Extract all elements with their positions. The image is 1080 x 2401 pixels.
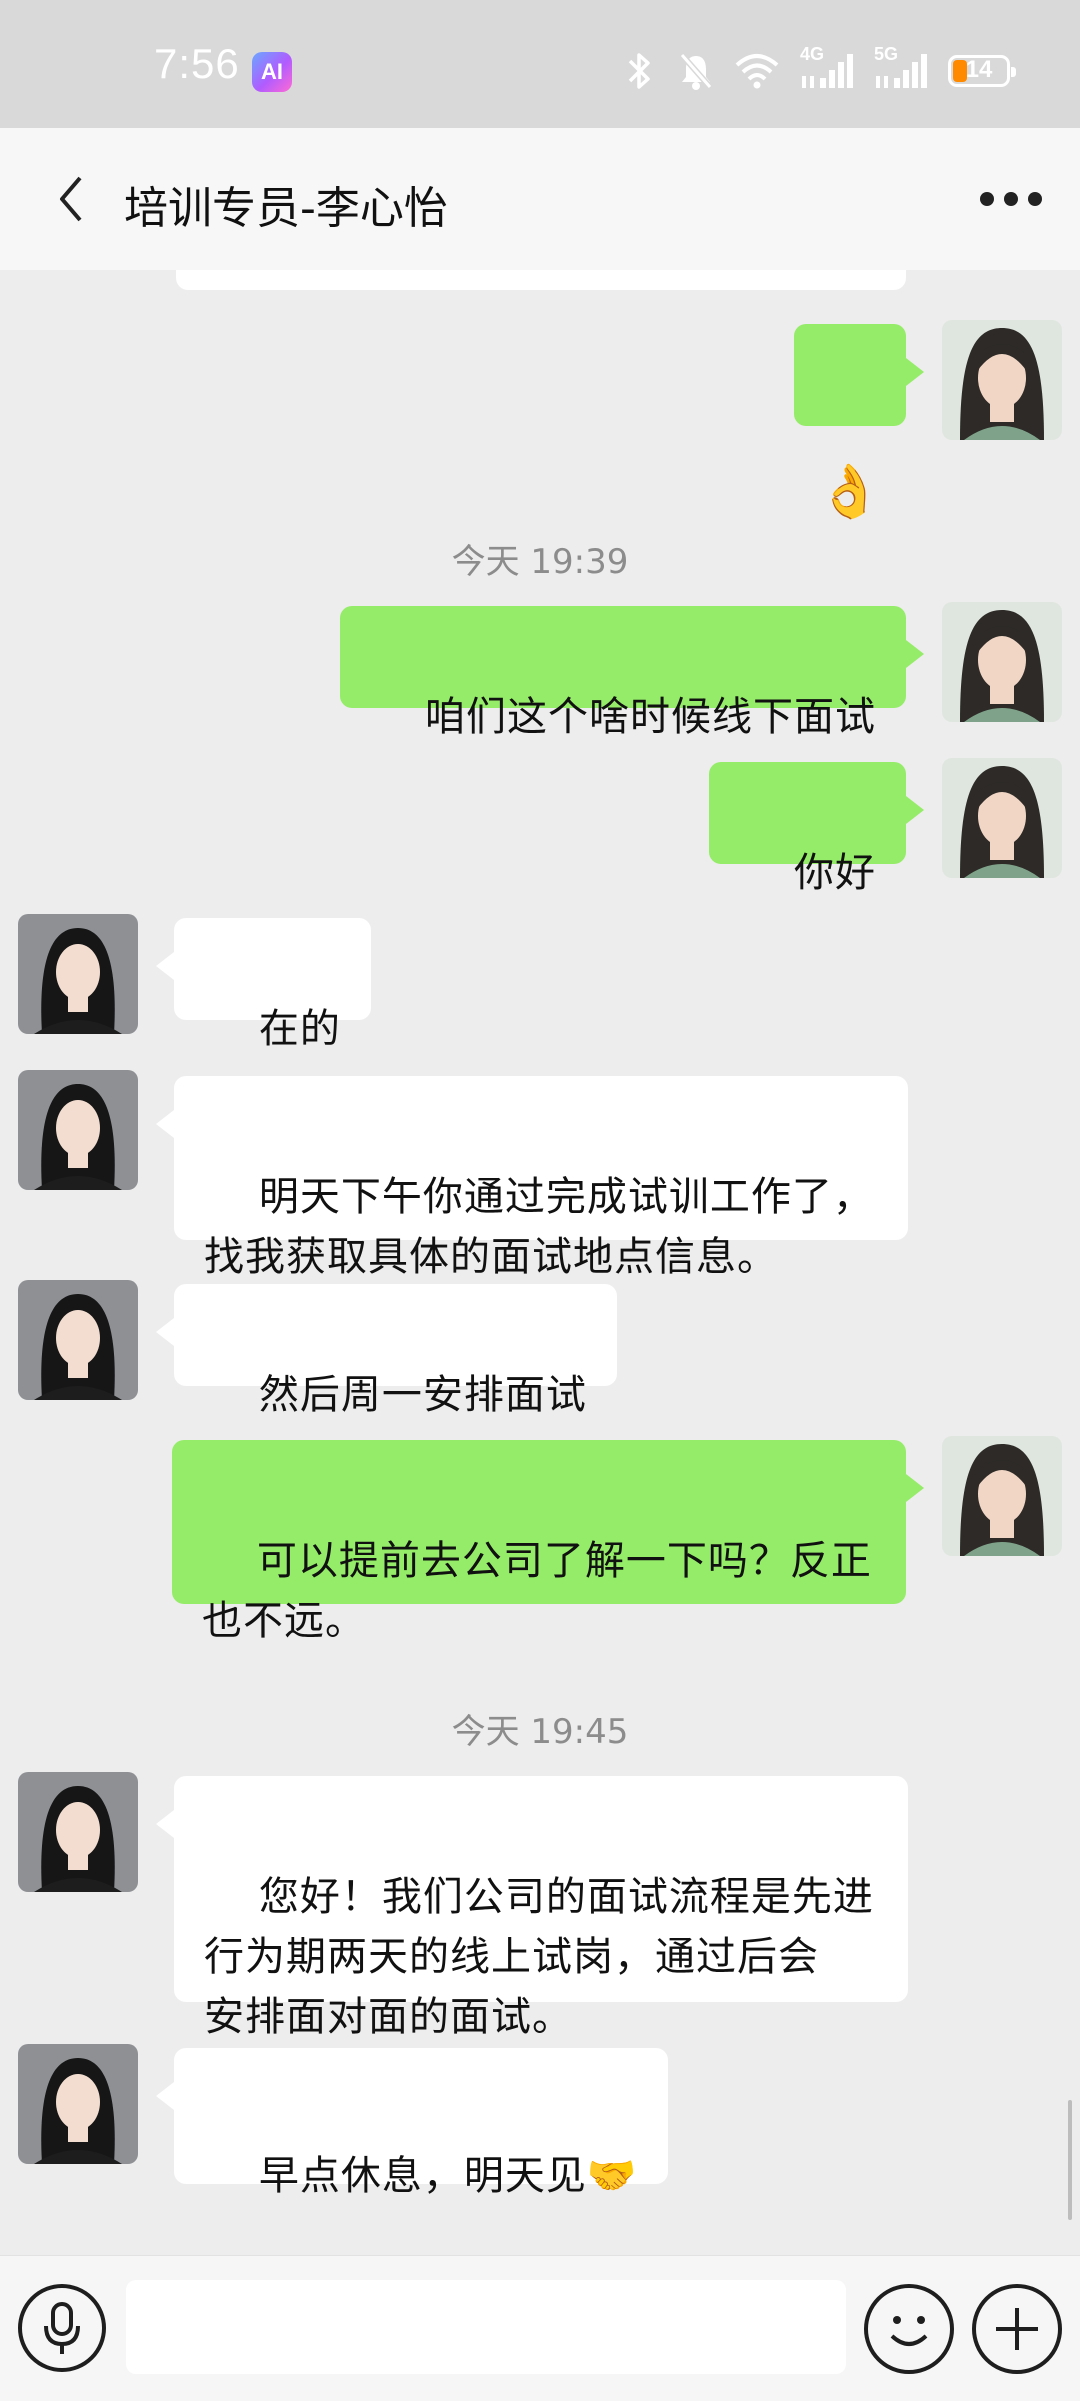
- back-icon[interactable]: [54, 172, 90, 226]
- timestamp: 今天 19:45: [451, 1712, 629, 1752]
- sent-message-bubble[interactable]: 咱们这个啥时候线下面试: [340, 606, 924, 740]
- contact-avatar[interactable]: [18, 1772, 138, 1892]
- bluetooth-icon: [622, 49, 658, 93]
- sent-message-bubble[interactable]: 可以提前去公司了解一下吗？反正 也不远。: [172, 1440, 924, 1644]
- received-message-bubble[interactable]: 在的: [156, 918, 371, 1052]
- previous-message-bubble: [176, 270, 906, 290]
- message-text: 可以提前去公司了解一下吗？反正 也不远。: [202, 1538, 872, 1644]
- received-message-bubble[interactable]: 明天下午你通过完成试训工作了， 找我获取具体的面试地点信息。: [156, 1076, 908, 1280]
- chat-message-list[interactable]: 👌 今天 19:39 咱们这个啥时候线下面试 你好 在的 明天下午你通过完成试训…: [0, 270, 1080, 2255]
- message-input[interactable]: [126, 2280, 846, 2374]
- signal-5g-icon: 5G: [874, 44, 928, 90]
- voice-input-button[interactable]: [18, 2284, 106, 2372]
- received-message-bubble[interactable]: 您好！我们公司的面试流程是先进 行为期两天的线上试岗，通过后会 安排面对面的面试…: [156, 1776, 908, 2040]
- my-avatar[interactable]: [942, 602, 1062, 722]
- message-text: 在的: [258, 1006, 341, 1052]
- chat-title: 培训专员-李心怡: [124, 183, 448, 234]
- status-time: 7:56: [154, 40, 240, 87]
- contact-avatar[interactable]: [18, 914, 138, 1034]
- contact-avatar[interactable]: [18, 2044, 138, 2164]
- sent-message-bubble[interactable]: 👌: [794, 324, 924, 522]
- chat-header: 培训专员-李心怡: [0, 128, 1080, 270]
- battery-icon: 14: [948, 55, 1016, 87]
- my-avatar[interactable]: [942, 320, 1062, 440]
- microphone-icon: [44, 2302, 80, 2354]
- plus-icon: [996, 2308, 1038, 2350]
- signal-4g-icon: 4G: [800, 44, 854, 90]
- message-text: 您好！我们公司的面试流程是先进 行为期两天的线上试岗，通过后会 安排面对面的面试…: [204, 1874, 874, 2040]
- wifi-icon: [734, 53, 780, 89]
- scrollbar-thumb[interactable]: [1068, 2100, 1072, 2220]
- more-options-icon[interactable]: [980, 182, 1050, 216]
- timestamp: 今天 19:39: [451, 542, 629, 582]
- status-bar: 7:56 AI 4G 5G 14: [0, 0, 1080, 128]
- contact-avatar[interactable]: [18, 1070, 138, 1190]
- message-text: 你好: [794, 850, 876, 896]
- smiley-icon: [890, 2316, 928, 2346]
- my-avatar[interactable]: [942, 1436, 1062, 1556]
- status-icons: 4G 5G 14: [622, 44, 1016, 96]
- received-message-bubble[interactable]: 早点休息，明天见🤝: [156, 2048, 668, 2199]
- emoji-button[interactable]: [864, 2284, 954, 2374]
- received-message-bubble[interactable]: 然后周一安排面试: [156, 1284, 617, 1418]
- message-text: 咱们这个啥时候线下面试: [425, 694, 876, 740]
- contact-avatar[interactable]: [18, 1280, 138, 1400]
- my-avatar[interactable]: [942, 758, 1062, 878]
- mute-bell-icon: [678, 51, 714, 91]
- message-input-bar: [0, 2255, 1080, 2401]
- more-functions-button[interactable]: [972, 2284, 1062, 2374]
- message-text: 早点休息，明天见🤝: [258, 2153, 638, 2199]
- message-text: 然后周一安排面试: [258, 1372, 587, 1418]
- sent-message-bubble[interactable]: 你好: [709, 762, 924, 896]
- ok-hand-emoji: 👌: [817, 462, 883, 522]
- ai-icon: AI: [252, 52, 292, 92]
- message-text: 明天下午你通过完成试训工作了， 找我获取具体的面试地点信息。: [204, 1174, 874, 1280]
